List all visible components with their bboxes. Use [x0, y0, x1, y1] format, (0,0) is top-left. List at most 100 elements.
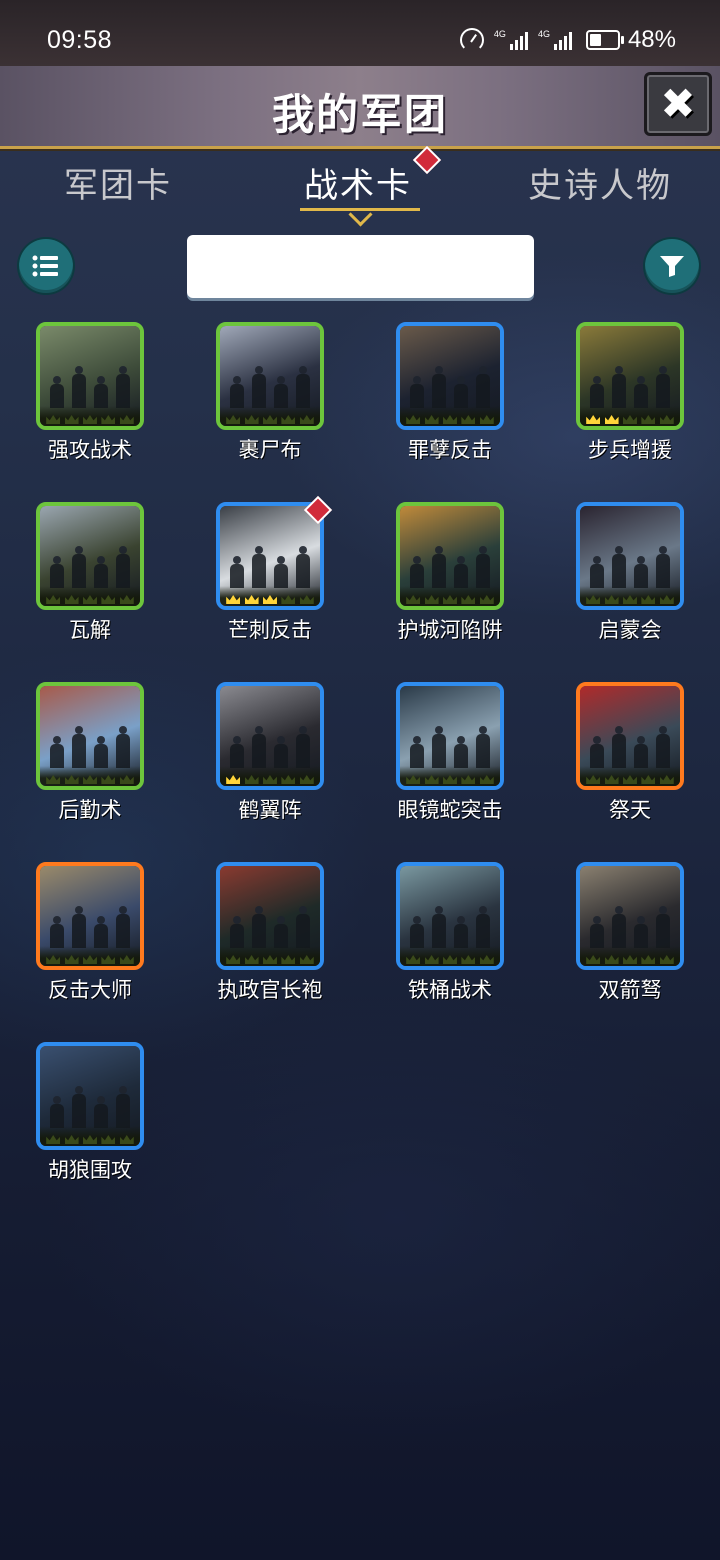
tactic-card[interactable]: 鹤翼阵: [180, 680, 360, 850]
card-name: 芒刺反击: [228, 618, 312, 642]
crown-icon: [461, 415, 475, 424]
card-name: 鹤翼阵: [238, 798, 302, 822]
card-name: 启蒙会: [598, 618, 662, 642]
tactic-card[interactable]: 裹尸布: [180, 320, 360, 490]
crown-icon: [623, 955, 637, 964]
card-name: 祭天: [609, 798, 651, 822]
crown-icon: [623, 415, 637, 424]
crown-icon: [443, 775, 457, 784]
tactic-card[interactable]: 反击大师: [0, 860, 180, 1030]
card-artwork: [396, 862, 504, 970]
crown-icon: [245, 595, 259, 604]
star-rating: [580, 586, 680, 606]
crown-icon: [443, 955, 457, 964]
close-icon: ✖: [660, 79, 696, 128]
card-artwork: [216, 682, 324, 790]
card-artwork: [216, 502, 324, 610]
tactic-card[interactable]: 护城河陷阱: [360, 500, 540, 670]
speed-icon: [459, 28, 484, 52]
tactic-card[interactable]: 眼镜蛇突击: [360, 680, 540, 850]
tab-tactic-cards[interactable]: 战术卡: [304, 158, 412, 207]
card-artwork: [36, 322, 144, 430]
status-bar: 09:58 4G 4G 48%: [0, 0, 720, 66]
crown-icon: [406, 955, 420, 964]
star-rating: [580, 406, 680, 426]
crown-icon: [480, 955, 494, 964]
card-name: 胡狼围攻: [48, 1158, 132, 1182]
crown-icon: [660, 775, 674, 784]
network-type-label: 4G: [537, 29, 550, 39]
crown-icon: [226, 595, 240, 604]
tactic-card[interactable]: 双箭驽: [540, 860, 720, 1030]
crown-icon: [586, 415, 600, 424]
crown-icon: [46, 1135, 60, 1144]
card-name: 裹尸布: [238, 438, 302, 462]
tactic-card[interactable]: 步兵增援: [540, 320, 720, 490]
card-name: 强攻战术: [48, 438, 132, 462]
card-name: 铁桶战术: [408, 978, 492, 1002]
tactic-card[interactable]: 芒刺反击: [180, 495, 360, 670]
crown-icon: [101, 1135, 115, 1144]
star-rating: [40, 1126, 140, 1146]
crown-icon: [65, 595, 79, 604]
crown-icon: [300, 415, 314, 424]
tactic-card[interactable]: 启蒙会: [540, 500, 720, 670]
crown-icon: [245, 955, 259, 964]
card-artwork: [36, 682, 144, 790]
crown-icon: [65, 1135, 79, 1144]
crown-icon: [245, 415, 259, 424]
tactic-card[interactable]: 罪孽反击: [360, 320, 540, 490]
card-artwork: [216, 322, 324, 430]
crown-icon: [83, 1135, 97, 1144]
close-button[interactable]: ✖: [644, 72, 712, 136]
card-artwork: [396, 502, 504, 610]
crown-icon: [101, 415, 115, 424]
tactic-card[interactable]: 铁桶战术: [360, 860, 540, 1030]
crown-icon: [660, 415, 674, 424]
card-name: 反击大师: [48, 978, 132, 1002]
list-icon: [32, 255, 58, 277]
tactic-card[interactable]: 胡狼围攻: [0, 1040, 180, 1210]
battery-icon: [585, 30, 624, 50]
crown-icon: [226, 415, 240, 424]
crown-icon: [461, 775, 475, 784]
card-artwork: [36, 502, 144, 610]
tactic-card[interactable]: 执政官长袍: [180, 860, 360, 1030]
star-rating: [220, 946, 320, 966]
signal-icon: 4G: [538, 30, 572, 50]
star-rating: [40, 406, 140, 426]
search-input[interactable]: [187, 235, 534, 298]
crown-icon: [83, 415, 97, 424]
crown-icon: [46, 775, 60, 784]
crown-icon: [120, 415, 134, 424]
star-rating: [40, 766, 140, 786]
star-rating: [40, 946, 140, 966]
crown-icon: [281, 415, 295, 424]
signal-icon: 4G: [494, 30, 528, 50]
tab-epic-characters[interactable]: 史诗人物: [528, 158, 672, 207]
card-artwork: [576, 322, 684, 430]
card-artwork: [36, 1042, 144, 1150]
crown-icon: [120, 955, 134, 964]
star-rating: [400, 586, 500, 606]
tab-legion-cards[interactable]: 军团卡: [64, 158, 172, 207]
crown-icon: [605, 415, 619, 424]
card-artwork: [36, 862, 144, 970]
crown-icon: [120, 595, 134, 604]
crown-icon: [660, 595, 674, 604]
crown-icon: [605, 595, 619, 604]
tactic-card[interactable]: 瓦解: [0, 500, 180, 670]
crown-icon: [263, 775, 277, 784]
crown-icon: [461, 595, 475, 604]
tactic-card[interactable]: 后勤术: [0, 680, 180, 850]
tactic-card[interactable]: 祭天: [540, 680, 720, 850]
crown-icon: [623, 775, 637, 784]
card-name: 步兵增援: [588, 438, 672, 462]
list-menu-button[interactable]: [19, 239, 73, 293]
tactic-card[interactable]: 强攻战术: [0, 320, 180, 490]
crown-icon: [623, 595, 637, 604]
card-artwork: [216, 862, 324, 970]
crown-icon: [480, 775, 494, 784]
crown-icon: [480, 595, 494, 604]
filter-button[interactable]: [645, 239, 699, 293]
